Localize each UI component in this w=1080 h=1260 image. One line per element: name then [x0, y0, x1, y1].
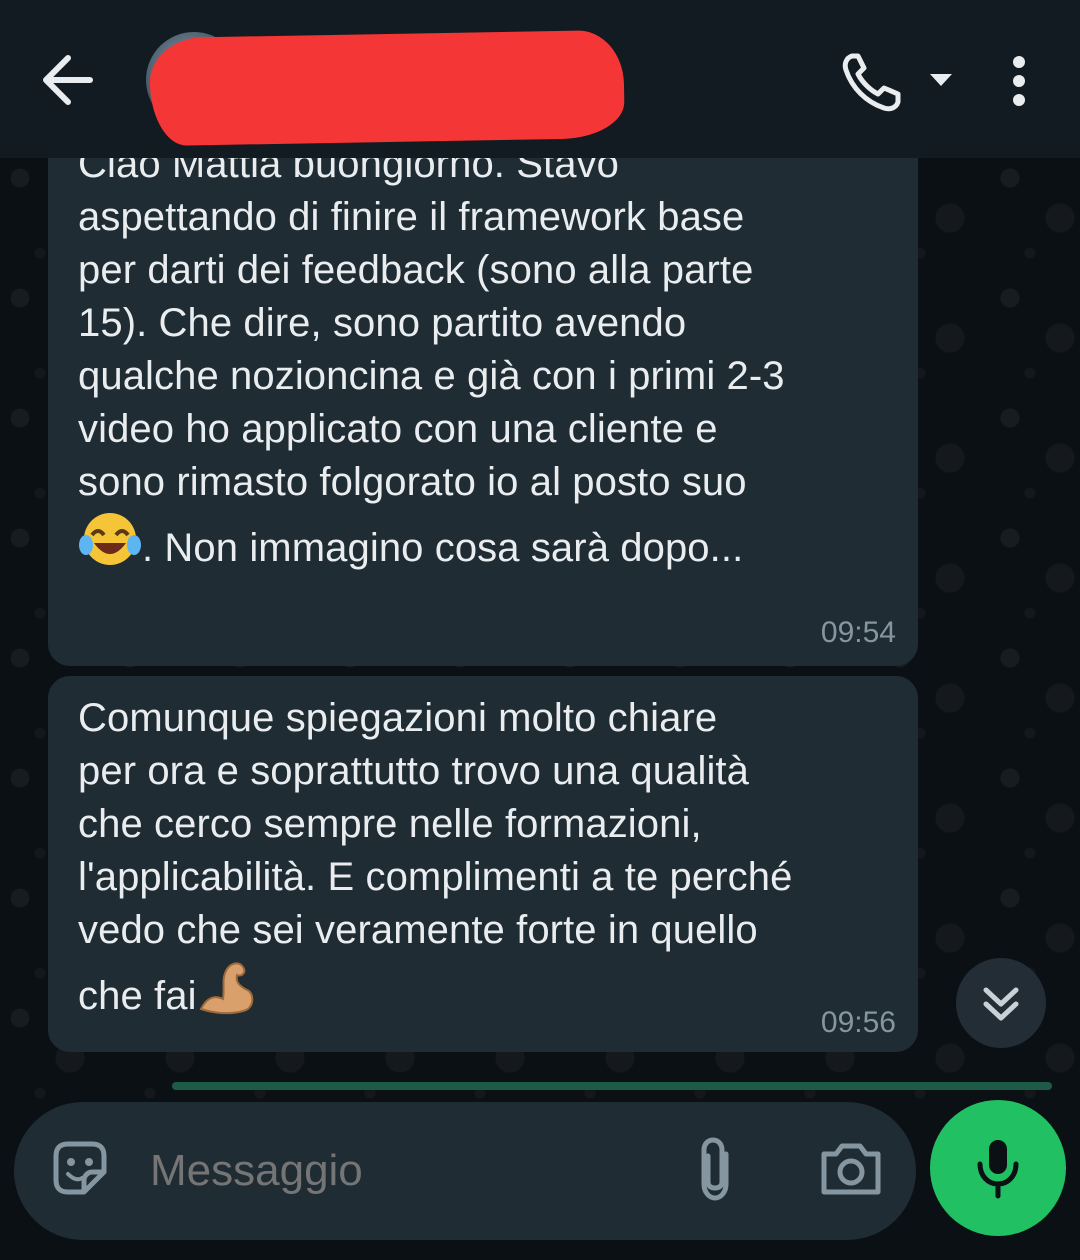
camera-button[interactable] — [818, 1138, 884, 1198]
more-vertical-icon — [1013, 56, 1025, 106]
double-chevron-down-icon — [983, 987, 1019, 1021]
attach-button[interactable] — [690, 1134, 740, 1204]
microphone-icon — [977, 1140, 1019, 1199]
phone-icon — [842, 53, 901, 112]
paperclip-icon — [701, 1137, 729, 1201]
voice-message-button[interactable] — [930, 1100, 1066, 1236]
call-options-dropdown[interactable] — [928, 70, 954, 90]
message-time: 09:56 — [820, 1006, 896, 1039]
flexed-biceps-icon — [197, 957, 257, 1031]
chat-header — [0, 0, 1080, 158]
chat-messages-area[interactable]: Ciao Mattia buongiorno. Stavo aspettando… — [0, 158, 1080, 1103]
message-bubble[interactable]: Comunque spiegazioni molto chiare per or… — [48, 676, 918, 1052]
message-bubble[interactable]: Ciao Mattia buongiorno. Stavo aspettando… — [48, 158, 918, 666]
scroll-to-bottom-button[interactable] — [956, 958, 1046, 1048]
back-button[interactable] — [38, 52, 98, 108]
face-with-tears-of-joy-icon — [78, 509, 142, 583]
back-arrow-icon — [43, 55, 93, 105]
voice-call-button[interactable] — [838, 50, 904, 112]
sticker-icon — [53, 1141, 107, 1195]
message-input[interactable] — [148, 1138, 652, 1204]
more-options-button[interactable] — [1004, 52, 1034, 112]
message-time: 09:54 — [820, 616, 896, 649]
dropdown-caret-icon — [930, 74, 952, 86]
message-text: Ciao Mattia buongiorno. Stavo aspettando… — [78, 158, 785, 583]
bottom-strip — [0, 1246, 1080, 1260]
redacted-contact-name[interactable] — [149, 29, 625, 147]
sticker-button[interactable] — [48, 1136, 112, 1200]
camera-icon — [821, 1143, 881, 1195]
divider-line — [172, 1082, 1052, 1090]
message-text: Comunque spiegazioni molto chiare per or… — [78, 692, 792, 1031]
